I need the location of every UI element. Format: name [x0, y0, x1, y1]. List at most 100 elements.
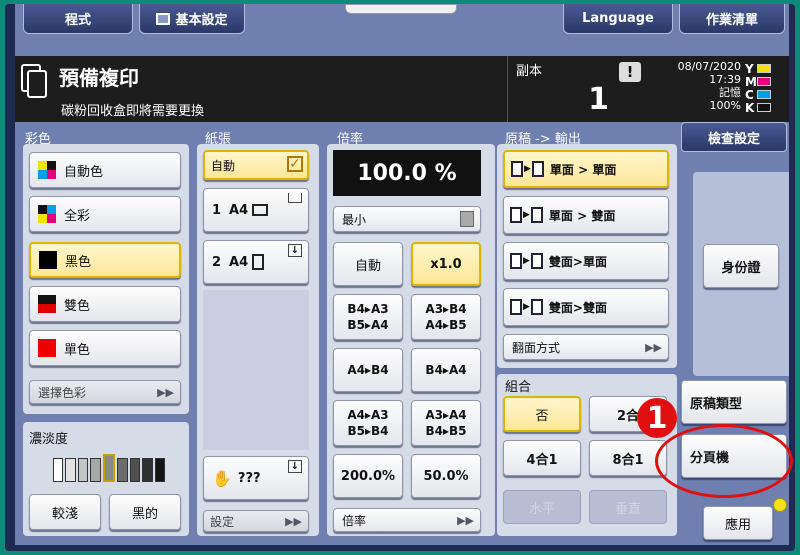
combine-off-button[interactable]: 否 [503, 396, 581, 432]
zoom-auto-button[interactable]: 自動 [333, 242, 403, 286]
density-step [129, 458, 141, 482]
toner-letter: M [745, 74, 757, 89]
check-settings-label: 檢查設定 [707, 131, 760, 147]
warning-button[interactable]: ! [619, 62, 641, 82]
bypass-label: ??? [237, 470, 261, 486]
duplex-duplex-button[interactable]: ▶ 雙面>雙面 [503, 288, 669, 326]
b5-a4-label: B5▸A4 [347, 318, 389, 332]
datetime-block: 08/07/2020 17:39 記憶 100% [675, 60, 741, 112]
flip-method-button[interactable]: 翻面方式 ▶▶ [503, 334, 669, 360]
zoom-b4-a3-button[interactable]: B4▸A3 B5▸A4 [333, 294, 403, 340]
combine-4in1-label: 4合1 [526, 452, 558, 468]
original-type-button[interactable]: 原稿類型 [681, 380, 787, 424]
copies-value[interactable]: 1 [588, 82, 609, 117]
a4-b4-label: A4▸B4 [347, 363, 389, 377]
simplex-duplex-button[interactable]: ▶ 單面 > 雙面 [503, 196, 669, 234]
b5-b4-label: B5▸B4 [347, 424, 389, 438]
zoom-more-label: 倍率 [342, 513, 367, 528]
select-color-button[interactable]: 選擇色彩 ▶▶ [29, 380, 181, 404]
density-scale[interactable] [53, 452, 165, 482]
simplex-duplex-label: 單面 > 雙面 [548, 208, 616, 223]
darker-button[interactable]: 黑的 [109, 494, 181, 530]
paper-auto-button[interactable]: 自動 ✓ [203, 150, 309, 180]
scroll-handle[interactable] [345, 4, 457, 14]
two-color-button[interactable]: 雙色 [29, 286, 181, 322]
combine-label: 組合 [505, 380, 532, 395]
two-color-label: 雙色 [64, 298, 91, 314]
double-arrow-icon: ▶▶ [285, 514, 302, 528]
simplex-simplex-label: 單面 > 單面 [549, 162, 617, 177]
paper-tray-1-button[interactable]: 1 A4 [203, 188, 309, 232]
zoom-200-button[interactable]: 200.0% [333, 454, 403, 498]
combine-off-label: 否 [535, 408, 549, 424]
black-label: 黑色 [65, 254, 92, 270]
tray-down-icon: ↓ [287, 460, 302, 473]
program-button[interactable]: 程式 [23, 4, 133, 34]
duplex-simplex-button[interactable]: ▶ 雙面>單面 [503, 242, 669, 280]
paper-tray-2-button[interactable]: 2 A4 ↓ [203, 240, 309, 284]
single-color-label: 單色 [64, 342, 91, 358]
density-step [77, 458, 89, 482]
copies-box: 副本 1 [507, 56, 617, 122]
language-button[interactable]: Language [563, 4, 673, 34]
zoom-b4-a4-button[interactable]: B4▸A4 [411, 348, 481, 392]
zoom-value: 100.0 % [357, 160, 457, 186]
zoom-a3-b4-button[interactable]: A3▸B4 A4▸B5 [411, 294, 481, 340]
single-color-button[interactable]: 單色 [29, 330, 181, 366]
memory-value: 100% [709, 99, 741, 112]
portrait-page-icon [252, 254, 265, 270]
toner-letter: C [745, 87, 754, 102]
horizontal-button[interactable]: 水平 [503, 490, 581, 524]
zoom-a3-a4-button[interactable]: A3▸A4 B4▸B5 [411, 400, 481, 446]
hand-icon: ✋ [212, 468, 232, 488]
vertical-button[interactable]: 垂直 [589, 490, 667, 524]
black-swatch-icon [39, 251, 57, 269]
toner-levels: YMCK [745, 62, 785, 115]
zoom-1x-button[interactable]: x1.0 [411, 242, 481, 286]
bypass-tray-button[interactable]: ✋ ??? ↓ [203, 456, 309, 500]
annotation-number: 1 [646, 400, 668, 436]
density-step [65, 458, 76, 482]
toner-bar-icon [757, 64, 771, 73]
zoom-50-label: 50.0% [423, 468, 469, 484]
zoom-a4-a3-button[interactable]: A4▸A3 B5▸B4 [333, 400, 403, 446]
basic-settings-button[interactable]: 基本設定 [139, 4, 245, 34]
auto-color-button[interactable]: 自動色 [29, 152, 181, 188]
zoom-more-button[interactable]: 倍率 ▶▶ [333, 508, 481, 532]
b4-a4-label: B4▸A4 [425, 363, 467, 377]
toner-m: M [745, 74, 785, 89]
full-color-button[interactable]: 全彩 [29, 196, 181, 232]
double-arrow-icon: ▶▶ [157, 385, 174, 399]
paper-settings-button[interactable]: 設定 ▶▶ [203, 510, 309, 532]
double-arrow-icon: ▶▶ [645, 340, 662, 354]
combine-4in1-button[interactable]: 4合1 [503, 440, 581, 476]
combine-8in1-label: 8合1 [612, 452, 644, 468]
zoom-a4-b4-button[interactable]: A4▸B4 [333, 348, 403, 392]
flip-method-label: 翻面方式 [512, 340, 561, 355]
zoom-display: 100.0 % [333, 150, 481, 196]
a4-b5-label: A4▸B5 [425, 318, 467, 332]
toner-k: K [745, 101, 785, 115]
black-button[interactable]: 黑色 [29, 242, 181, 278]
settings-icon [156, 12, 171, 25]
tray-2-number: 2 [212, 254, 222, 270]
single-color-swatch-icon [38, 339, 56, 357]
vertical-label: 垂直 [614, 501, 641, 517]
job-list-button[interactable]: 作業清單 [679, 4, 785, 34]
id-card-button[interactable]: 身份證 [703, 244, 779, 288]
check-settings-button[interactable]: 檢查設定 [681, 122, 787, 152]
zoom-minimal-button[interactable]: 最小 [333, 206, 481, 232]
b4-b5-label: B4▸B5 [425, 424, 467, 438]
toner-bar-icon [757, 103, 771, 112]
zoom-50-button[interactable]: 50.0% [411, 454, 481, 498]
lighter-button[interactable]: 較淺 [29, 494, 101, 530]
simplex-simplex-button[interactable]: ▶ 單面 > 單面 [503, 150, 669, 188]
toner-c: C [745, 87, 785, 102]
zoom-auto-label: 自動 [354, 258, 381, 274]
density-label: 濃淡度 [29, 432, 69, 447]
toner-bar-icon [757, 77, 771, 86]
apply-button[interactable]: 應用 [703, 506, 773, 540]
status-bar: 預備複印 碳粉回收盒即將需要更換 副本 1 ! 08/07/2020 17:39… [15, 56, 789, 122]
combine-2in1-label: 2合 [616, 408, 640, 424]
zoom-minimal-label: 最小 [342, 212, 367, 227]
